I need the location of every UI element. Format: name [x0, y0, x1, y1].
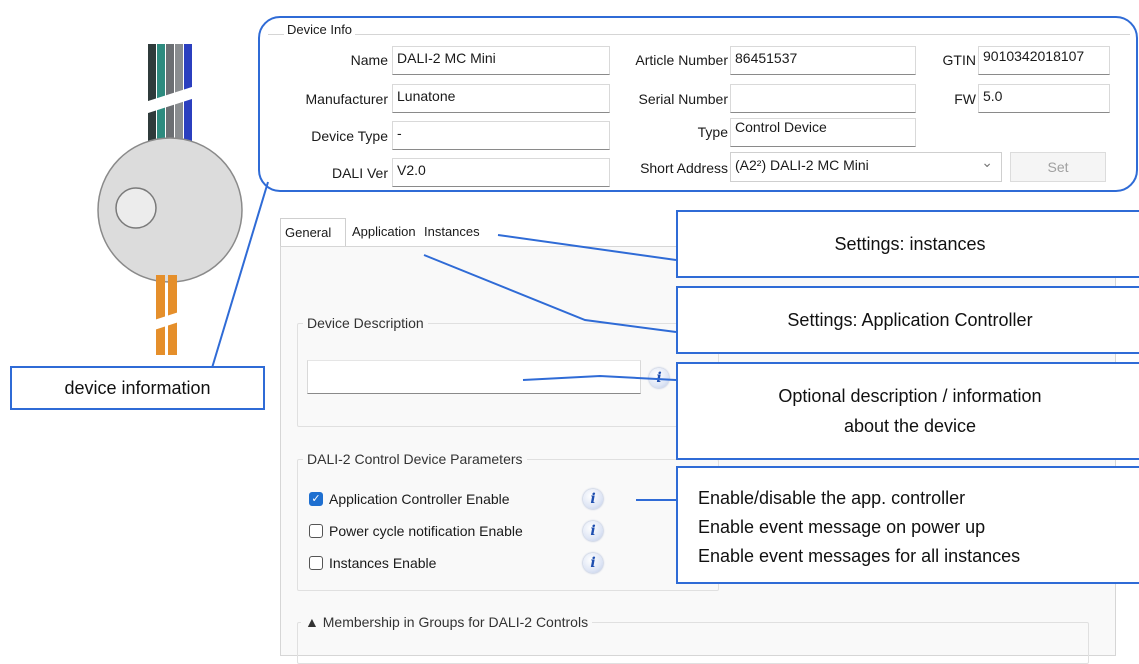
- callout-settings-application: Settings: Application Controller: [676, 286, 1139, 354]
- callout-optional-description: Optional description / information about…: [676, 362, 1139, 460]
- callout-enable-line2: Enable event message on power up: [698, 517, 986, 537]
- callout-description-line1: Optional description / information: [778, 386, 1042, 406]
- callout-settings-instances: Settings: instances: [676, 210, 1139, 278]
- callout-device-information: device information: [10, 366, 265, 410]
- callout-enable-line3: Enable event messages for all instances: [698, 546, 1021, 566]
- callout-enable-parameters: Enable/disable the app. controller Enabl…: [676, 466, 1139, 584]
- callout-enable-line1: Enable/disable the app. controller: [698, 488, 966, 508]
- callout-description-line2: about the device: [843, 416, 977, 436]
